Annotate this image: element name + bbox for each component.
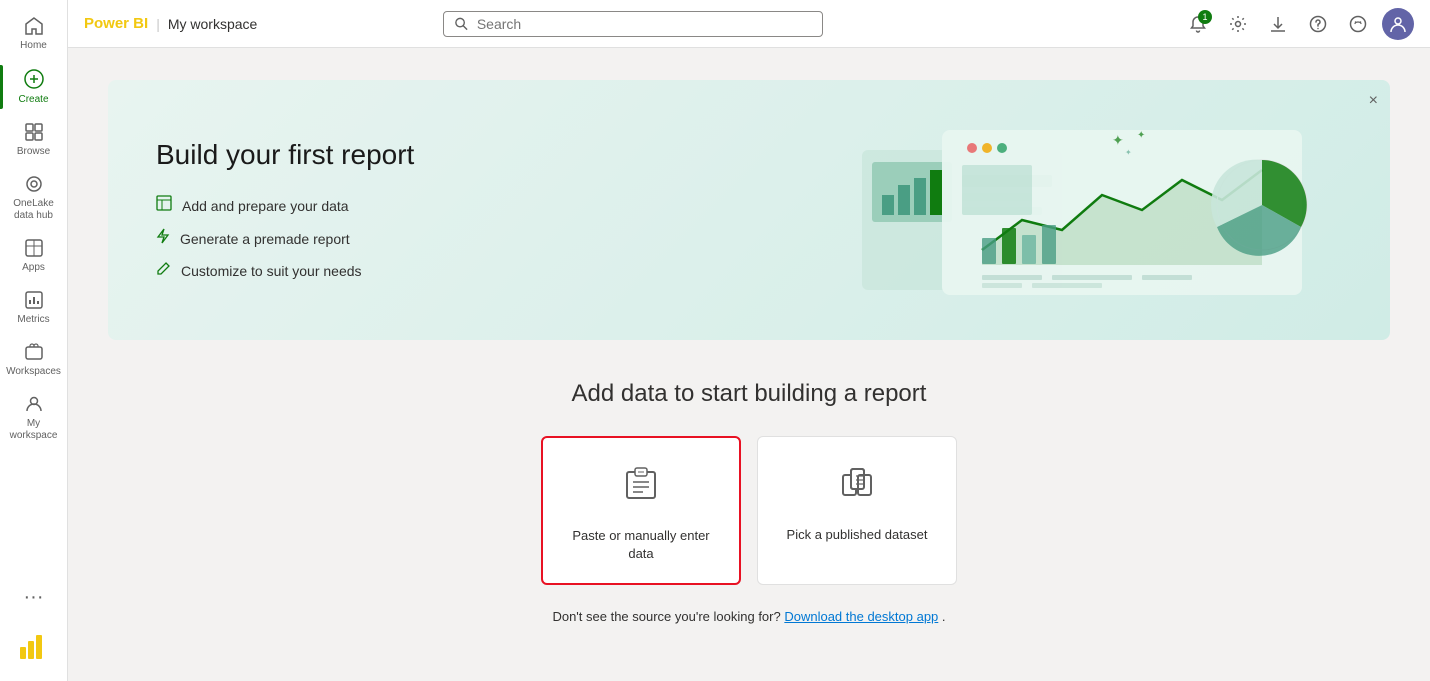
- avatar-icon: [1389, 15, 1407, 33]
- sidebar-item-workspaces-label: Workspaces: [6, 366, 61, 378]
- data-card-paste[interactable]: Paste or manually enter data: [541, 436, 741, 585]
- paste-icon: [621, 462, 661, 511]
- source-suffix: .: [942, 609, 946, 624]
- sidebar-item-myworkspace[interactable]: Myworkspace: [0, 386, 67, 450]
- hero-feature-3: Customize to suit your needs: [156, 261, 414, 281]
- download-desktop-link[interactable]: Download the desktop app: [784, 609, 938, 624]
- sidebar-item-create[interactable]: Create: [0, 60, 67, 114]
- published-card-label: Pick a published dataset: [787, 526, 928, 544]
- sidebar-item-browse-label: Browse: [17, 146, 50, 158]
- sidebar-item-browse[interactable]: Browse: [0, 114, 67, 166]
- data-cards: Paste or manually enter data Pick a pub: [541, 436, 957, 585]
- hero-close-button[interactable]: ×: [1369, 92, 1378, 110]
- brand-name: Power BI: [84, 15, 148, 32]
- workspace-name: My workspace: [168, 16, 257, 32]
- create-icon: [23, 68, 45, 90]
- sidebar-item-metrics-label: Metrics: [17, 314, 49, 326]
- add-data-title: Add data to start building a report: [572, 380, 927, 408]
- main-content: Build your first report Add and prepare …: [68, 48, 1430, 681]
- help-button[interactable]: [1302, 8, 1334, 40]
- more-icon: ···: [24, 586, 44, 609]
- published-dataset-icon: [837, 461, 877, 510]
- download-button[interactable]: [1262, 8, 1294, 40]
- sidebar-item-workspaces[interactable]: Workspaces: [0, 334, 67, 386]
- hero-feature-1: Add and prepare your data: [156, 195, 414, 216]
- sidebar-item-more[interactable]: ···: [0, 578, 67, 617]
- data-card-published[interactable]: Pick a published dataset: [757, 436, 957, 585]
- svg-text:✦: ✦: [1125, 148, 1132, 157]
- search-input[interactable]: [477, 16, 812, 32]
- svg-text:✦: ✦: [1112, 132, 1124, 148]
- brand-separator: |: [156, 16, 160, 32]
- feedback-icon: [1349, 15, 1367, 33]
- sidebar: Home Create Browse: [0, 0, 68, 681]
- brand: Power BI | My workspace: [84, 15, 257, 32]
- sidebar-item-metrics[interactable]: Metrics: [0, 282, 67, 334]
- browse-icon: [24, 122, 44, 142]
- hero-features: Add and prepare your data Generate a pre…: [156, 195, 414, 281]
- add-data-section: Add data to start building a report Past…: [108, 380, 1390, 624]
- hero-title: Build your first report: [156, 139, 414, 171]
- sidebar-item-create-label: Create: [18, 94, 48, 106]
- notification-badge: 1: [1198, 10, 1212, 24]
- apps-icon: [24, 238, 44, 258]
- header-icons: 1: [1182, 8, 1414, 40]
- paste-card-label: Paste or manually enter data: [563, 527, 719, 563]
- onelake-icon: [24, 174, 44, 194]
- edit-icon: [156, 261, 171, 281]
- sidebar-item-apps[interactable]: Apps: [0, 230, 67, 282]
- source-link-text: Don't see the source you're looking for?…: [552, 609, 945, 624]
- hero-feature-1-text: Add and prepare your data: [182, 198, 349, 214]
- hero-feature-2-text: Generate a premade report: [180, 231, 350, 247]
- hero-banner: Build your first report Add and prepare …: [108, 80, 1390, 340]
- avatar-button[interactable]: [1382, 8, 1414, 40]
- settings-button[interactable]: [1222, 8, 1254, 40]
- sidebar-item-apps-label: Apps: [22, 262, 45, 274]
- search-bar[interactable]: [443, 11, 823, 37]
- powerbi-logo-icon: [18, 629, 50, 661]
- lightning-icon: [156, 228, 170, 249]
- hero-illustration: ✦ ✦ ✦: [862, 120, 1342, 300]
- workspaces-icon: [24, 342, 44, 362]
- illustration-svg: ✦ ✦ ✦: [862, 120, 1342, 300]
- sidebar-item-home[interactable]: Home: [0, 8, 67, 60]
- hero-content: Build your first report Add and prepare …: [156, 139, 414, 281]
- myworkspace-icon: [24, 394, 44, 414]
- sidebar-item-onelake-label: OneLakedata hub: [13, 198, 54, 222]
- feedback-button[interactable]: [1342, 8, 1374, 40]
- sidebar-item-onelake[interactable]: OneLakedata hub: [0, 166, 67, 230]
- home-icon: [24, 16, 44, 36]
- header: Power BI | My workspace 1: [68, 0, 1430, 48]
- table-icon: [156, 195, 172, 216]
- powerbi-logo: [0, 617, 67, 673]
- metrics-icon: [24, 290, 44, 310]
- source-text: Don't see the source you're looking for?: [552, 609, 780, 624]
- sidebar-item-myworkspace-label: Myworkspace: [10, 418, 58, 442]
- notifications-button[interactable]: 1: [1182, 8, 1214, 40]
- sidebar-item-home-label: Home: [20, 40, 47, 52]
- search-icon: [454, 16, 469, 32]
- hero-feature-2: Generate a premade report: [156, 228, 414, 249]
- help-icon: [1309, 15, 1327, 33]
- hero-feature-3-text: Customize to suit your needs: [181, 263, 362, 279]
- download-icon: [1269, 15, 1287, 33]
- svg-text:✦: ✦: [1137, 130, 1145, 141]
- settings-icon: [1229, 15, 1247, 33]
